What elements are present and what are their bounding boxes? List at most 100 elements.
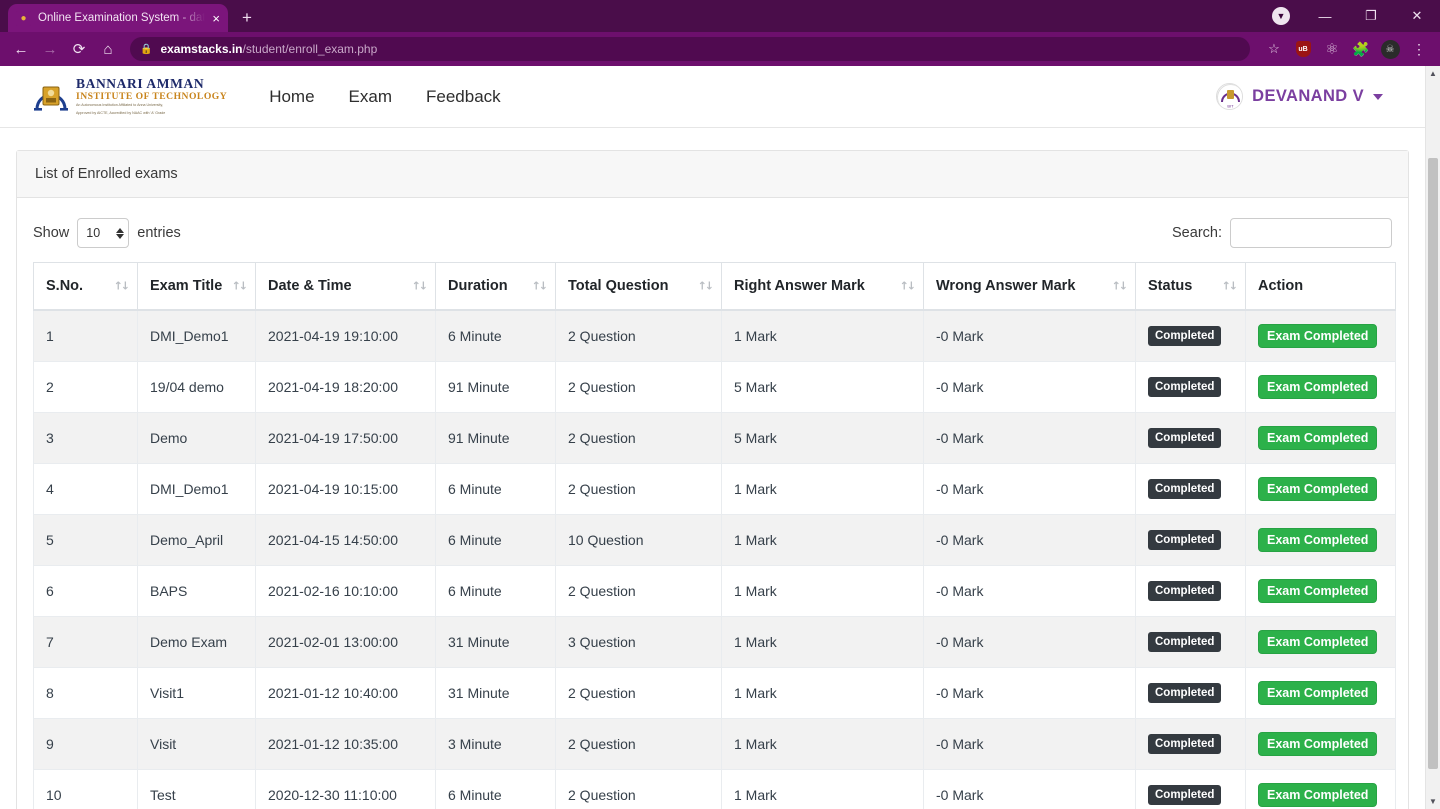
cell-date-time: 2021-01-12 10:40:00 (255, 667, 436, 719)
cell-wrong-answer-mark: -0 Mark (923, 463, 1136, 515)
nav-link-feedback[interactable]: Feedback (426, 87, 501, 107)
new-tab-icon[interactable]: + (242, 8, 252, 28)
cell-exam-title: Demo (137, 412, 256, 464)
lock-icon: 🔒 (140, 43, 153, 55)
forward-icon[interactable]: → (37, 36, 63, 62)
column-label: Wrong Answer Mark (936, 278, 1076, 294)
cell-duration: 6 Minute (435, 310, 556, 362)
sort-icon[interactable]: ↑↓ (114, 280, 131, 293)
address-bar[interactable]: 🔒 examstacks.in/student/enroll_exam.php (130, 37, 1250, 61)
site-logo[interactable]: BANNARI AMMAN INSTITUTE OF TECHNOLOGY An… (32, 77, 227, 116)
status-badge: Completed (1148, 683, 1222, 703)
cell-sno: 10 (33, 769, 138, 809)
chevron-down-icon[interactable] (1373, 93, 1383, 100)
table-header-row: S.No. ↑↓ Exam Title ↑↓ Date & Time ↑↓ Durat… (33, 262, 1396, 311)
scroll-down-icon[interactable]: ▼ (1426, 794, 1440, 809)
table-row: 3 Demo 2021-04-19 17:50:00 91 Minute 2 Quest… (33, 412, 1396, 464)
profile-avatar-icon[interactable]: ☠ (1377, 36, 1403, 62)
vertical-scrollbar[interactable]: ▲ ▼ (1425, 66, 1440, 809)
column-header-wrong-answer-mark[interactable]: Wrong Answer Mark ↑↓ (923, 262, 1136, 311)
back-icon[interactable]: ← (8, 36, 34, 62)
cell-sno: 7 (33, 616, 138, 668)
cell-exam-title: 19/04 demo (137, 361, 256, 413)
sort-icon[interactable]: ↑↓ (698, 280, 715, 293)
exam-completed-button[interactable]: Exam Completed (1258, 375, 1378, 399)
cell-wrong-answer-mark: -0 Mark (923, 361, 1136, 413)
exam-completed-button[interactable]: Exam Completed (1258, 732, 1378, 756)
column-header-exam-title[interactable]: Exam Title ↑↓ (137, 262, 256, 311)
cell-date-time: 2021-02-16 10:10:00 (255, 565, 436, 617)
puzzle-extensions-icon[interactable]: 🧩 (1348, 36, 1374, 62)
window-controls: ▼ — ❐ ✕ (1272, 0, 1440, 32)
cell-total-question: 2 Question (555, 718, 722, 770)
column-header-sno[interactable]: S.No. ↑↓ (33, 262, 138, 311)
logo-line-2: INSTITUTE OF TECHNOLOGY (76, 90, 228, 102)
cell-action: Exam Completed (1245, 667, 1396, 719)
exam-completed-button[interactable]: Exam Completed (1258, 324, 1378, 348)
exam-completed-button[interactable]: Exam Completed (1258, 477, 1378, 501)
cell-status: Completed (1135, 412, 1246, 464)
nav-link-home[interactable]: Home (269, 87, 314, 107)
search-input[interactable] (1230, 218, 1392, 248)
status-badge: Completed (1148, 734, 1222, 754)
status-badge: Completed (1148, 530, 1222, 550)
browser-window: ● Online Examination System - dat × + ▼ … (0, 0, 1440, 809)
react-devtools-icon[interactable]: ⚛ (1319, 36, 1345, 62)
reload-icon[interactable]: ⟳ (66, 36, 92, 62)
cell-right-answer-mark: 1 Mark (721, 769, 924, 809)
sort-icon[interactable]: ↑↓ (1112, 280, 1129, 293)
sort-icon[interactable]: ↑↓ (900, 280, 917, 293)
window-minimize-icon[interactable]: — (1302, 0, 1348, 32)
column-header-status[interactable]: Status ↑↓ (1135, 262, 1246, 311)
window-maximize-icon[interactable]: ❐ (1348, 0, 1394, 32)
sort-icon[interactable]: ↑↓ (1222, 280, 1239, 293)
sort-icon[interactable]: ↑↓ (412, 280, 429, 293)
tab-close-icon[interactable]: × (212, 12, 220, 25)
nav-link-exam[interactable]: Exam (349, 87, 392, 107)
cell-wrong-answer-mark: -0 Mark (923, 514, 1136, 566)
column-header-right-answer-mark[interactable]: Right Answer Mark ↑↓ (721, 262, 924, 311)
scrollbar-thumb[interactable] (1428, 158, 1438, 769)
column-header-date-time[interactable]: Date & Time ↑↓ (255, 262, 436, 311)
status-badge: Completed (1148, 428, 1222, 448)
table-row: 9 Visit 2021-01-12 10:35:00 3 Minute 2 Quest… (33, 718, 1396, 770)
cell-status: Completed (1135, 667, 1246, 719)
status-badge: Completed (1148, 377, 1222, 397)
exam-completed-button[interactable]: Exam Completed (1258, 630, 1378, 654)
exam-completed-button[interactable]: Exam Completed (1258, 579, 1378, 603)
chrome-menu-icon[interactable]: ⋮ (1406, 36, 1432, 62)
cell-total-question: 2 Question (555, 361, 722, 413)
cell-wrong-answer-mark: -0 Mark (923, 412, 1136, 464)
status-badge: Completed (1148, 326, 1222, 346)
bookmark-star-icon[interactable]: ☆ (1261, 37, 1287, 61)
download-indicator-icon[interactable]: ▼ (1272, 7, 1290, 25)
page-viewport: BANNARI AMMAN INSTITUTE OF TECHNOLOGY An… (0, 66, 1440, 809)
column-label: S.No. (46, 278, 84, 294)
cell-right-answer-mark: 1 Mark (721, 718, 924, 770)
exam-completed-button[interactable]: Exam Completed (1258, 426, 1378, 450)
column-header-total-question[interactable]: Total Question ↑↓ (555, 262, 722, 311)
column-header-duration[interactable]: Duration ↑↓ (435, 262, 556, 311)
home-icon[interactable]: ⌂ (95, 36, 121, 62)
window-close-icon[interactable]: ✕ (1394, 0, 1440, 32)
cell-right-answer-mark: 1 Mark (721, 514, 924, 566)
sort-icon[interactable]: ↑↓ (232, 280, 249, 293)
browser-tab[interactable]: ● Online Examination System - dat × (8, 4, 228, 32)
cell-date-time: 2021-04-19 17:50:00 (255, 412, 436, 464)
table-row: 4 DMI_Demo1 2021-04-19 10:15:00 6 Minute 2 Q… (33, 463, 1396, 515)
ublock-icon[interactable]: uB (1290, 36, 1316, 62)
entries-per-page-select[interactable]: 10 (77, 218, 130, 248)
exam-completed-button[interactable]: Exam Completed (1258, 681, 1378, 705)
cell-sno: 6 (33, 565, 138, 617)
exam-completed-button[interactable]: Exam Completed (1258, 783, 1378, 807)
user-menu[interactable]: BIT DEVANAND V (1216, 83, 1405, 110)
scroll-up-icon[interactable]: ▲ (1426, 66, 1440, 81)
cell-action: Exam Completed (1245, 565, 1396, 617)
page-content: BANNARI AMMAN INSTITUTE OF TECHNOLOGY An… (0, 66, 1425, 809)
exam-completed-button[interactable]: Exam Completed (1258, 528, 1378, 552)
sort-icon[interactable]: ↑↓ (532, 280, 549, 293)
cell-right-answer-mark: 1 Mark (721, 667, 924, 719)
column-label: Duration (448, 278, 508, 294)
logo-text-block: BANNARI AMMAN INSTITUTE OF TECHNOLOGY An… (76, 77, 227, 116)
column-label: Total Question (568, 278, 669, 294)
